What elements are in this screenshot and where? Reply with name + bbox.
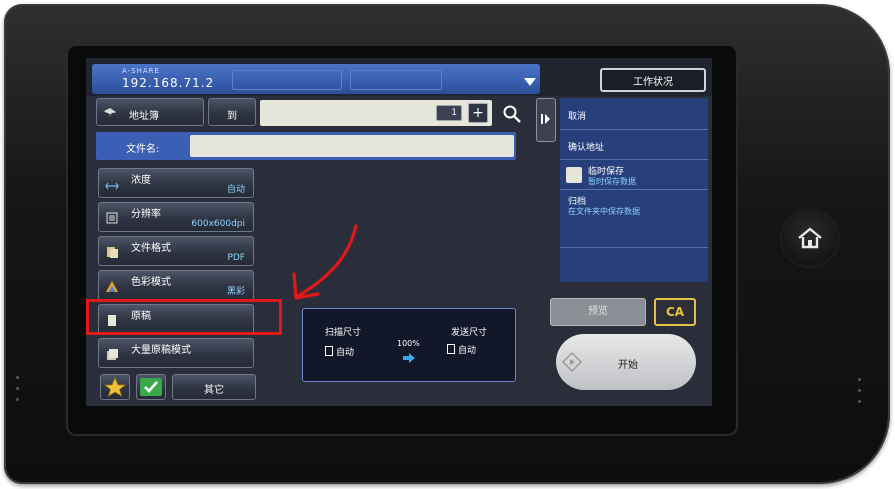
document-icon — [447, 344, 455, 354]
archive-subtitle: 在文件夹中保存数据 — [568, 207, 640, 216]
send-size-value: 自动 — [447, 343, 476, 356]
highlight-annotation-box — [86, 299, 282, 335]
to-button[interactable]: 到 — [208, 98, 256, 126]
filename-label: 文件名: — [126, 144, 160, 155]
resolution-value: 600x600dpi — [191, 219, 245, 229]
star-icon — [103, 376, 127, 397]
density-button[interactable]: 浓度 自动 — [98, 168, 254, 198]
resolution-label: 分辨率 — [131, 209, 161, 220]
favorite-button[interactable] — [100, 374, 130, 400]
left-speaker-dots — [16, 376, 20, 409]
document-icon — [325, 346, 333, 356]
archive-item[interactable]: 归档 在文件夹中保存数据 — [560, 190, 708, 248]
confirm-address-label: 确认地址 — [568, 143, 605, 153]
density-icon — [105, 182, 119, 190]
scan-size-value: 自动 — [325, 345, 354, 358]
filename-input[interactable] — [190, 135, 514, 157]
destination-count: 1 — [436, 105, 462, 121]
file-format-icon — [107, 247, 118, 258]
other-label: 其它 — [204, 385, 224, 396]
confirm-check-button[interactable] — [136, 374, 166, 400]
clear-all-button[interactable]: CA — [654, 298, 696, 326]
filename-row: 文件名: — [96, 132, 516, 160]
address-slot-2[interactable] — [232, 70, 342, 90]
density-value: 自动 — [226, 185, 245, 195]
start-button[interactable]: 开始 — [556, 334, 696, 390]
check-icon — [140, 378, 162, 396]
home-button[interactable] — [782, 210, 838, 266]
bulk-original-icon — [107, 349, 118, 360]
color-mode-icon — [106, 281, 118, 292]
size-panel[interactable]: 扫描尺寸 自动 100% 发送尺寸 自动 — [302, 308, 516, 382]
cancel-label: 取消 — [568, 112, 587, 122]
address-slot-3[interactable] — [350, 70, 442, 90]
address-book-button[interactable]: 地址簿 — [96, 98, 204, 126]
confirm-address-item[interactable]: 确认地址 — [560, 130, 708, 160]
address-book-label: 地址簿 — [129, 111, 159, 122]
file-format-button[interactable]: 文件格式 PDF — [98, 236, 254, 266]
resolution-button[interactable]: 分辨率 600x600dpi — [98, 202, 254, 232]
file-format-label: 文件格式 — [131, 243, 171, 254]
cancel-item[interactable]: 取消 — [560, 98, 708, 130]
add-destination-button[interactable]: + — [468, 103, 488, 123]
panel-toggle-tab[interactable] — [536, 98, 556, 142]
job-status-button[interactable]: 工作状况 — [600, 68, 706, 92]
preview-button[interactable]: 预览 — [550, 298, 646, 326]
send-size-title: 发送尺寸 — [451, 328, 488, 338]
touch-screen: A-SHARE 192.168.71.2 工作状况 地址簿 到 1 + 文件名:… — [86, 58, 712, 406]
home-icon — [798, 227, 822, 249]
search-icon[interactable] — [502, 104, 522, 124]
density-label: 浓度 — [131, 175, 151, 186]
temp-save-item[interactable]: 临时保存 暂时保存数据 — [560, 160, 708, 190]
file-format-value: PDF — [227, 253, 245, 263]
action-panel: 取消 确认地址 临时保存 暂时保存数据 归档 在文件夹中保存数据 — [560, 98, 708, 282]
annotation-arrow — [292, 224, 358, 300]
bulk-original-label: 大量原稿模式 — [131, 345, 191, 356]
top-bar: A-SHARE 192.168.71.2 工作状况 — [86, 58, 712, 96]
destination-address-display[interactable]: A-SHARE 192.168.71.2 — [92, 64, 540, 94]
color-mode-value: 黑彩 — [226, 287, 245, 297]
start-label: 开始 — [618, 360, 638, 371]
temp-save-subtitle: 暂时保存数据 — [588, 177, 636, 186]
to-label: 到 — [227, 111, 237, 122]
bulk-original-mode-button[interactable]: 大量原稿模式 — [98, 338, 254, 368]
start-diamond-icon — [562, 352, 582, 372]
other-button[interactable]: 其它 — [172, 374, 256, 400]
scale-ratio: 100% — [397, 339, 420, 348]
address-book-icon — [104, 108, 116, 116]
right-speaker-dots — [858, 378, 862, 411]
scan-size-text: 自动 — [336, 348, 355, 358]
collapse-arrow-icon — [541, 114, 550, 124]
color-mode-button[interactable]: 色彩模式 黑彩 — [98, 270, 254, 300]
share-label: A-SHARE — [122, 67, 160, 75]
dropdown-arrow-icon[interactable] — [524, 78, 536, 86]
resolution-icon — [106, 212, 118, 224]
send-size-text: 自动 — [458, 346, 477, 356]
ip-address: 192.168.71.2 — [122, 76, 215, 90]
temp-save-icon — [566, 167, 582, 183]
color-mode-label: 色彩模式 — [131, 277, 171, 288]
scan-size-title: 扫描尺寸 — [325, 328, 362, 338]
arrow-right-icon — [403, 353, 415, 363]
